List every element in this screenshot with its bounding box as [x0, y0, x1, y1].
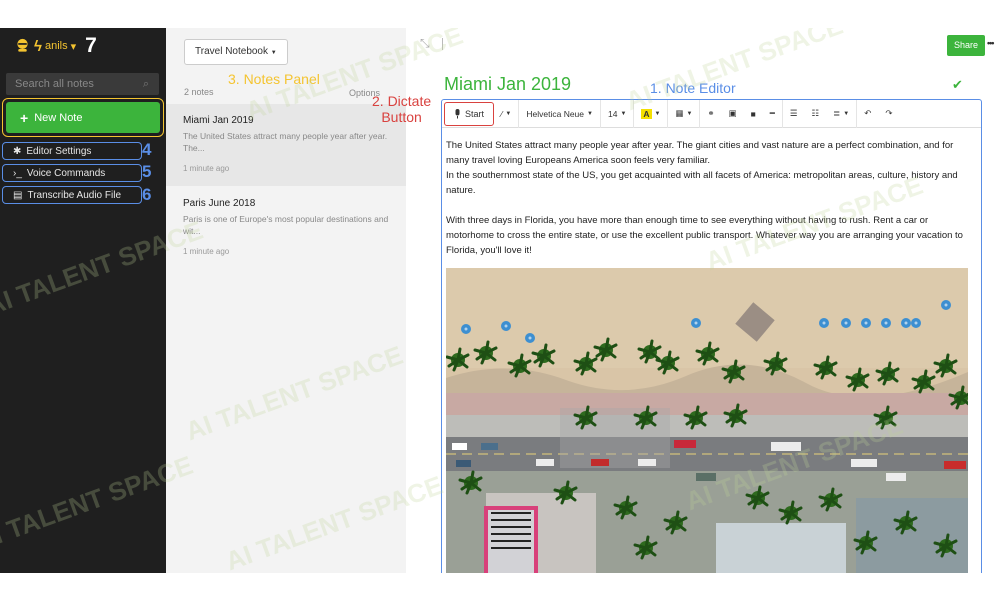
caret-down-icon: ▼ [620, 110, 627, 117]
numbered-list-icon: ☷ [811, 108, 820, 118]
editor-toolbar: Start ⁄ ▼ Helvetica Neue ▼ 14 ▼ A ▼ ▦ ▼ ⚭ ▣ ■… [442, 100, 981, 128]
font-family-select[interactable]: Helvetica Neue ▼ [518, 100, 600, 128]
link-icon: ⚭ [707, 108, 715, 118]
search-input[interactable]: Search all notes ⌕ [6, 73, 159, 95]
notebook-name: Travel Notebook [195, 46, 268, 57]
aerial-beach-photo [446, 268, 968, 573]
magic-wand-button[interactable]: ⁄ ▼ [494, 100, 518, 128]
redo-button[interactable]: ↷ [878, 100, 899, 128]
divider [442, 38, 443, 50]
microphone-icon [455, 108, 460, 118]
note-list-item[interactable]: Miami Jan 2019 The United States attract… [166, 104, 406, 186]
align-icon: ≣ [833, 108, 841, 118]
paragraph: The United States attract many people ye… [446, 140, 954, 166]
gear-icon: ✱ [13, 145, 22, 157]
caret-down-icon: ▼ [587, 110, 593, 117]
bullet-list-button[interactable]: ☰ [781, 100, 805, 128]
notes-count: 2 notes [184, 87, 214, 97]
video-button[interactable]: ■ [744, 100, 763, 128]
paragraph: In the southernmost state of the US, you… [446, 170, 958, 196]
file-icon: ▤ [13, 189, 23, 201]
expand-icon[interactable]: ⤡ [420, 36, 430, 51]
annotation-number-5: 5 [142, 162, 152, 181]
note-title-field[interactable]: Miami Jan 2019 [444, 74, 571, 95]
new-note-button[interactable]: + New Note [6, 102, 160, 133]
transcribe-audio-label: Transcribe Audio File [27, 189, 122, 201]
annotation-number-7: 7 [85, 34, 97, 57]
caret-down-icon: ▼ [654, 110, 661, 117]
undo-icon: ↶ [864, 108, 872, 118]
editor-settings-button[interactable]: ✱ Editor Settings [2, 142, 142, 160]
notes-panel-annotation: 3. Notes Panel [228, 71, 320, 87]
paragraph: With three days in Florida, you have mor… [446, 215, 963, 256]
share-button[interactable]: Share [947, 35, 985, 56]
dictate-button-annotation: 2. Dictate Button [372, 93, 431, 125]
start-label: Start [464, 108, 484, 119]
new-note-highlight: + New Note [2, 98, 164, 137]
annotation-line: 2. Dictate [372, 93, 432, 109]
notes-panel: Travel Notebook ▼ 3. Notes Panel 2 notes… [166, 28, 406, 573]
image-icon: ▣ [728, 108, 737, 118]
voice-commands-label: Voice Commands [26, 167, 106, 179]
note-editor-annotation: 1. Note Editor [650, 80, 736, 96]
note-time: 1 minute ago [183, 164, 230, 173]
terminal-icon: ›_ [13, 167, 22, 179]
wand-icon: ⁄ [501, 108, 503, 119]
caret-down-icon: ▼ [843, 110, 850, 117]
bullet-list-icon: ☰ [789, 108, 798, 118]
editor-content-area[interactable]: Start ⁄ ▼ Helvetica Neue ▼ 14 ▼ A ▼ ▦ ▼ ⚭ ▣ ■… [441, 99, 982, 573]
horizontal-rule-icon: ━ [769, 108, 775, 118]
note-title: Miami Jan 2019 [183, 115, 254, 126]
note-title: Paris June 2018 [183, 198, 256, 209]
dictate-start-button[interactable]: Start [444, 101, 494, 126]
note-snippet: The United States attract many people ye… [183, 131, 388, 153]
editor-settings-label: Editor Settings [26, 145, 92, 157]
caret-down-icon: ▼ [505, 110, 512, 117]
chevron-down-icon: ▾ [70, 40, 77, 53]
annotation-number-4: 4 [142, 140, 152, 159]
table-icon: ▦ [675, 108, 684, 118]
notebook-dropdown[interactable]: Travel Notebook ▼ [184, 39, 288, 65]
table-button[interactable]: ▦ ▼ [667, 100, 699, 128]
note-time: 1 minute ago [183, 247, 230, 256]
account-menu[interactable]: ϟ anils ▾ 7 [14, 34, 97, 57]
caret-down-icon: ▼ [270, 50, 277, 56]
video-icon: ■ [750, 108, 756, 119]
highlight-color-button[interactable]: A ▼ [633, 100, 667, 128]
align-button[interactable]: ≣ ▼ [826, 100, 856, 128]
bolt-icon: ϟ [34, 37, 42, 55]
annotation-number-6: 6 [142, 185, 152, 204]
note-list-item[interactable]: Paris June 2018 Paris is one of Europe's… [166, 188, 406, 270]
more-options-icon[interactable]: ••• [987, 38, 995, 48]
user-avatar-icon [17, 38, 28, 52]
font-family-value: Helvetica Neue [526, 108, 585, 119]
highlight-icon: A [641, 108, 652, 119]
sidebar: ϟ anils ▾ 7 Search all notes ⌕ + New Not… [0, 28, 166, 573]
app-window: ϟ anils ▾ 7 Search all notes ⌕ + New Not… [0, 28, 1000, 573]
username: anils [44, 40, 68, 52]
redo-icon: ↷ [885, 108, 893, 118]
checkmark-icon: ✔ [952, 77, 963, 92]
note-body[interactable]: The United States attract many people ye… [446, 138, 976, 258]
horizontal-rule-button[interactable]: ━ [763, 100, 782, 128]
undo-button[interactable]: ↶ [856, 100, 878, 128]
transcribe-audio-button[interactable]: ▤ Transcribe Audio File [2, 186, 142, 204]
new-note-label: New Note [34, 111, 83, 124]
font-size-select[interactable]: 14 ▼ [599, 100, 633, 128]
link-button[interactable]: ⚭ [699, 100, 721, 128]
font-size-value: 14 [607, 108, 618, 119]
search-icon: ⌕ [142, 78, 149, 90]
note-snippet: Paris is one of Europe's most popular de… [183, 214, 389, 236]
search-placeholder: Search all notes [15, 78, 94, 90]
annotation-line: Button [381, 109, 422, 125]
plus-icon: + [20, 109, 29, 126]
numbered-list-button[interactable]: ☷ [805, 100, 827, 128]
voice-commands-button[interactable]: ›_ Voice Commands [2, 164, 142, 182]
note-editor: ⤡ Share ••• Miami Jan 2019 ✔ Start ⁄ ▼ He… [406, 28, 1000, 573]
caret-down-icon: ▼ [686, 110, 693, 117]
image-button[interactable]: ▣ [722, 100, 744, 128]
